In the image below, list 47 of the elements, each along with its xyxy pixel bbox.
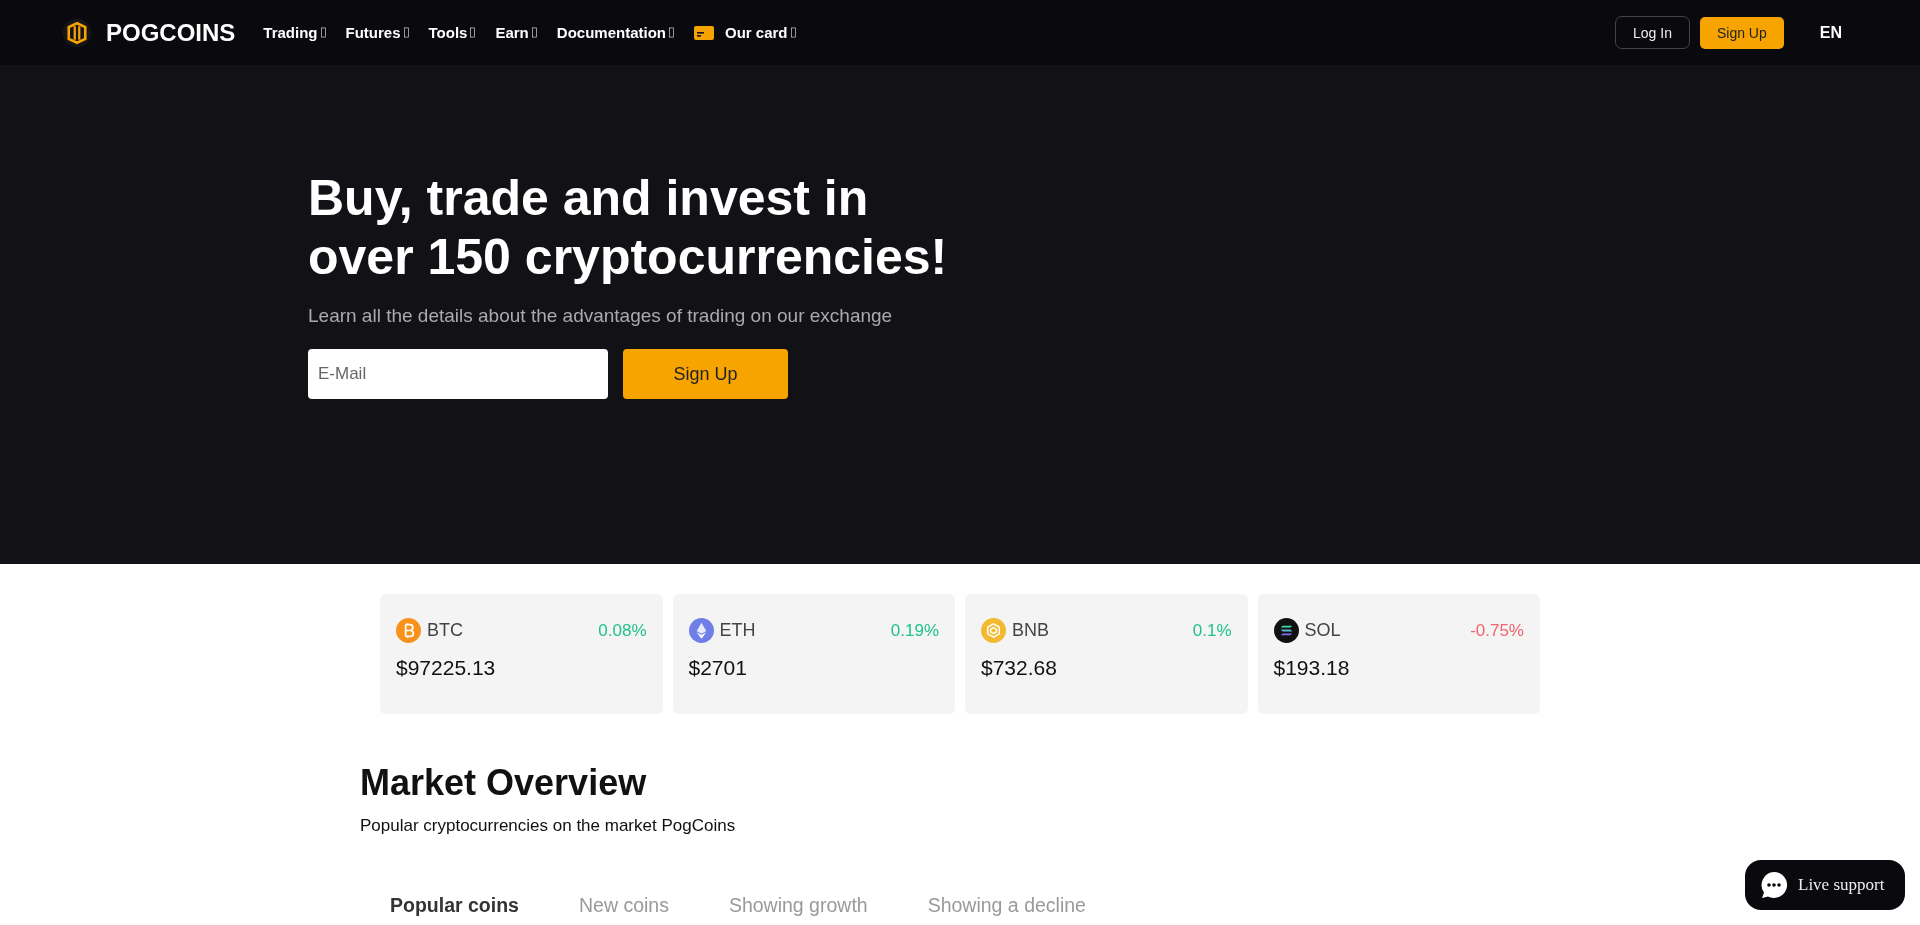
bnb-icon <box>981 618 1006 643</box>
nav-link[interactable]: Earn <box>495 24 537 41</box>
bitcoin-icon <box>396 618 421 643</box>
ticker-card[interactable]: BNB 0.1% $732.68 <box>965 594 1248 714</box>
nav-link[interactable]: Tools <box>428 24 476 41</box>
brand-name[interactable]: POGCOINS <box>106 18 236 47</box>
coin-symbol: ETH <box>719 620 756 641</box>
ticker-card[interactable]: SOL -0.75% $193.18 <box>1257 594 1540 714</box>
coin-symbol: BTC <box>427 620 463 641</box>
card-icon <box>693 25 714 40</box>
market-tab[interactable]: Popular coins <box>390 894 519 917</box>
coin-price: $97225.13 <box>396 656 497 680</box>
hero-subtitle: Learn all the details about the advantages of trading on our exchange <box>308 305 894 327</box>
caret-icon <box>668 27 674 38</box>
caret-icon <box>470 27 476 38</box>
price-change: 0.1% <box>1192 620 1232 641</box>
ethereum-icon <box>688 618 714 643</box>
solana-icon <box>1273 618 1299 643</box>
live-support-button[interactable]: Live support <box>1745 860 1905 910</box>
coin-symbol: BNB <box>1012 620 1049 641</box>
caret-icon <box>531 27 537 38</box>
chat-icon <box>1759 870 1789 900</box>
hero-title: Buy, trade and invest in over 150 cryptocurrencies! <box>308 169 948 287</box>
ticker-card[interactable]: ETH 0.19% $2701 <box>672 594 955 714</box>
nav-link[interactable]: Trading <box>263 24 326 41</box>
caret-icon <box>790 27 796 38</box>
section-title: Market Overview <box>360 762 648 804</box>
price-change: 0.19% <box>890 620 939 641</box>
section-subtitle: Popular cryptocurrencies on the market PogCoins <box>360 816 737 836</box>
caret-icon <box>403 27 409 38</box>
coin-price: $2701 <box>688 656 748 680</box>
caret-icon <box>320 27 326 38</box>
nav-link[interactable]: Futures <box>345 24 409 41</box>
coin-price: $193.18 <box>1273 656 1351 680</box>
login-button[interactable]: Log In <box>1615 16 1690 49</box>
language-selector[interactable]: EN <box>1819 23 1842 42</box>
signup-button[interactable]: Sign Up <box>623 349 788 399</box>
price-change: 0.08% <box>598 620 647 641</box>
ticker-card[interactable]: BTC 0.08% $97225.13 <box>380 594 663 714</box>
price-change: -0.75% <box>1470 620 1524 641</box>
logo-icon <box>62 16 92 49</box>
coin-symbol: SOL <box>1304 620 1341 641</box>
email-field[interactable]: E-Mail <box>308 349 608 399</box>
signup-button[interactable]: Sign Up <box>1699 16 1784 49</box>
coin-price: $732.68 <box>981 656 1058 680</box>
nav-link[interactable]: Documentation <box>556 24 674 41</box>
nav-link[interactable]: Our card <box>693 24 796 41</box>
